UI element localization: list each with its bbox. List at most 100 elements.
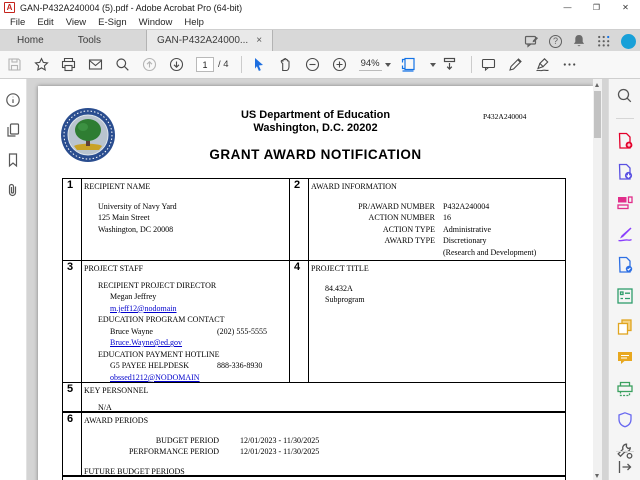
field-value: P432A240004	[443, 201, 490, 211]
award-type-extra: (Research and Development)	[443, 247, 537, 257]
program-email-link[interactable]: Bruce.Wayne@ed.gov	[110, 338, 182, 347]
scroll-up-icon[interactable]	[595, 83, 599, 87]
project-title-line: 84.432A	[325, 283, 353, 293]
create-pdf-icon[interactable]	[616, 132, 634, 150]
key-personnel-value: N/A	[98, 402, 112, 412]
info-icon[interactable]	[5, 92, 21, 108]
box4-header: PROJECT TITLE	[311, 264, 369, 273]
zoom-dropdown-caret[interactable]	[384, 62, 391, 67]
field-value: Discretionary	[443, 236, 487, 245]
app-launcher-icon[interactable]	[596, 33, 612, 49]
future-budget-header: FUTURE BUDGET PERIODS	[84, 466, 185, 476]
tab-document-label: GAN-P432A24000...	[157, 35, 249, 46]
minimize-button[interactable]: —	[553, 0, 582, 15]
more-options-icon[interactable]	[562, 57, 577, 72]
hotline-name: G5 PAYEE HELPDESK	[110, 361, 189, 370]
period-label: BUDGET PERIOD	[155, 435, 219, 445]
find-icon[interactable]	[616, 87, 634, 105]
staff-subheader: EDUCATION PAYMENT HOTLINE	[98, 349, 220, 359]
zoom-in-icon[interactable]	[332, 57, 347, 72]
field-label: PR/AWARD NUMBER	[358, 201, 435, 211]
collapse-panel-icon[interactable]	[616, 458, 634, 476]
fit-dropdown-caret[interactable]	[429, 62, 436, 67]
box5-header: KEY PERSONNEL	[84, 386, 149, 395]
box1-header: RECIPIENT NAME	[84, 182, 151, 191]
print-icon[interactable]	[61, 57, 76, 72]
next-page-icon[interactable]	[169, 57, 184, 72]
tab-tools[interactable]: Tools	[61, 30, 118, 51]
attachments-icon[interactable]	[5, 182, 21, 198]
menu-edit[interactable]: Edit	[31, 17, 59, 28]
tools-panel-rail	[608, 79, 640, 480]
tab-home[interactable]: Home	[0, 30, 61, 51]
save-icon[interactable]	[7, 57, 22, 72]
combine-files-icon[interactable]	[616, 318, 634, 336]
menu-bar: File Edit View E-Sign Window Help	[0, 15, 640, 29]
page-thumbnails-icon[interactable]	[5, 122, 21, 138]
hotline-phone: 888-336-8930	[217, 361, 263, 370]
zoom-level-value[interactable]: 94%	[358, 58, 382, 71]
protect-icon[interactable]	[616, 411, 634, 429]
scan-ocr-icon[interactable]	[616, 380, 634, 398]
restore-button[interactable]: ❐	[582, 0, 611, 15]
prepare-form-icon[interactable]	[616, 287, 634, 305]
scrolling-mode-icon[interactable]	[442, 57, 457, 72]
recipient-line: University of Navy Yard	[98, 201, 177, 211]
box-project-title: 4 PROJECT TITLE 84.432A Subprogram	[290, 261, 565, 382]
zoom-out-icon[interactable]	[305, 57, 320, 72]
tab-document[interactable]: GAN-P432A24000... ×	[146, 30, 274, 51]
hotline-email-link[interactable]: obssed1212@NODOMAIN	[110, 373, 200, 382]
fit-page-icon[interactable]	[401, 57, 416, 72]
previous-page-icon[interactable]	[142, 57, 157, 72]
comment-bubble-icon[interactable]	[481, 57, 496, 72]
menu-window[interactable]: Window	[133, 17, 179, 28]
organize-pages-icon[interactable]	[616, 194, 634, 212]
box6-header: AWARD PERIODS	[84, 416, 149, 425]
favorites-star-icon[interactable]	[34, 57, 49, 72]
document-area: US Department of Education Washington, D…	[27, 79, 608, 480]
close-button[interactable]: ✕	[611, 0, 640, 15]
staff-subheader: RECIPIENT PROJECT DIRECTOR	[98, 280, 217, 290]
select-tool-icon[interactable]	[251, 57, 266, 72]
field-label: ACTION TYPE	[382, 224, 435, 234]
feedback-icon[interactable]	[524, 33, 540, 49]
box3-header: PROJECT STAFF	[84, 264, 144, 273]
field-value: Administrative	[443, 224, 491, 234]
director-name: Megan Jeffrey	[110, 292, 157, 301]
notifications-bell-icon[interactable]	[571, 33, 587, 49]
export-pdf-icon[interactable]	[616, 163, 634, 181]
page-number-input[interactable]: 1	[196, 57, 214, 72]
fill-sign-icon[interactable]	[616, 225, 634, 243]
menu-view[interactable]: View	[60, 17, 92, 28]
main-toolbar: 1 / 4 94%	[0, 51, 640, 79]
hand-tool-icon[interactable]	[278, 57, 293, 72]
box2-header: AWARD INFORMATION	[311, 182, 397, 191]
menu-help[interactable]: Help	[178, 17, 210, 28]
vertical-scrollbar[interactable]	[593, 79, 602, 480]
project-title-line: Subprogram	[325, 295, 365, 304]
window-title: GAN-P432A240004 (5).pdf - Adobe Acrobat …	[20, 2, 243, 13]
pencil-icon[interactable]	[508, 57, 523, 72]
period-label: PERFORMANCE PERIOD	[128, 447, 219, 456]
period-value: 12/01/2023 - 11/30/2025	[240, 435, 320, 445]
page-total-label: / 4	[218, 59, 229, 70]
menu-file[interactable]: File	[4, 17, 31, 28]
menu-esign[interactable]: E-Sign	[92, 17, 133, 28]
director-email-link[interactable]: m.jeff12@nodomain	[110, 304, 177, 313]
box-project-staff: 3 PROJECT STAFF RECIPIENT PROJECT DIRECT…	[63, 261, 290, 382]
search-icon[interactable]	[115, 57, 130, 72]
recipient-line: 125 Main Street	[98, 213, 150, 222]
tab-close-icon[interactable]: ×	[256, 35, 262, 46]
user-avatar[interactable]	[621, 33, 636, 49]
field-label: ACTION NUMBER	[368, 213, 435, 222]
email-icon[interactable]	[88, 57, 103, 72]
request-signatures-icon[interactable]	[616, 256, 634, 274]
help-icon[interactable]: ?	[549, 34, 562, 48]
scrollbar-thumb[interactable]	[594, 91, 601, 138]
add-comments-icon[interactable]	[616, 349, 634, 367]
bookmarks-icon[interactable]	[5, 152, 21, 168]
box-award-periods: 6 AWARD PERIODS BUDGET PERIOD 12/01/2023 …	[63, 413, 565, 476]
left-panel-rail	[0, 79, 27, 480]
scroll-down-icon[interactable]	[595, 474, 599, 478]
sign-pen-icon[interactable]	[535, 57, 550, 72]
